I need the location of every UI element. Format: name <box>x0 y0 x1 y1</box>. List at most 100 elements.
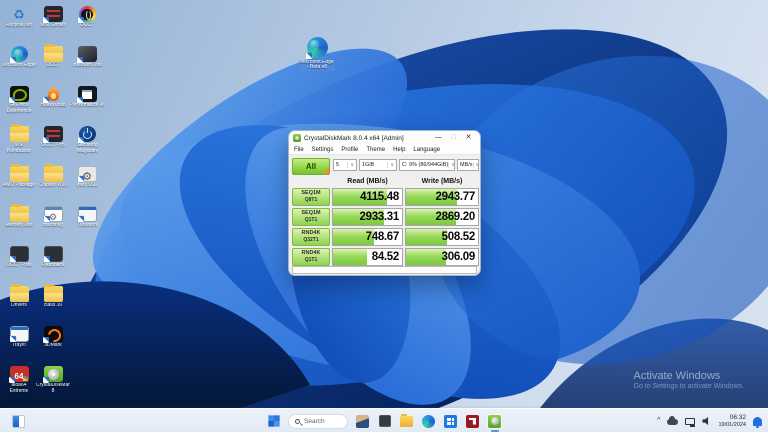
desktop-icon-aida64[interactable]: 64 aida64 Extreme <box>2 366 36 406</box>
desktop-icon-folder-memorytest[interactable]: MemoryTest <box>2 204 36 246</box>
desktop-icon-label: OCCT <box>45 63 61 68</box>
desktop-icon-occt-plus[interactable]: OCCT Plus <box>2 246 36 286</box>
desktop-icon-trayit[interactable]: TrayIt! <box>2 326 36 366</box>
notification-bell-icon[interactable] <box>753 416 762 428</box>
close-button[interactable]: ✕ <box>461 131 476 145</box>
desktop-icon-label: class 10 <box>43 303 63 308</box>
desktop-icon-samsung-magician[interactable]: Samsung Magician <box>70 126 104 166</box>
desktop-icon-3dmark[interactable]: 3DMark <box>36 326 70 366</box>
crystaldiskmark-taskbar-button[interactable] <box>487 413 502 429</box>
desktop-icon-label: MSI Center <box>40 23 66 28</box>
photo-app-icon <box>356 414 369 428</box>
menu-help[interactable]: Help <box>393 147 405 153</box>
recycle-bin-icon: ♻ <box>13 7 25 22</box>
status-bar <box>292 266 477 274</box>
desktop-icon-heavyload[interactable]: HeavyLoad <box>36 86 70 126</box>
desktop-icon-label: OCCT Pro <box>41 143 65 148</box>
taskbar: Search ^ 06:32 19/01/2024 <box>0 408 768 432</box>
desktop-icon-crystaldiskmark[interactable]: CrystalDiskMark 8 <box>36 366 70 406</box>
taskbar-app-dark[interactable] <box>377 414 392 429</box>
speaker-icon[interactable] <box>702 416 709 426</box>
desktop-icon-label: AMD Package <box>3 183 35 188</box>
network-icon[interactable] <box>685 417 696 427</box>
desktop-icon-occt[interactable]: OCCT <box>70 6 104 46</box>
desktop-icon-msi-center[interactable]: MSI Center <box>36 6 70 46</box>
desktop-icon-intel-ssu[interactable]: ⚙ Intel SSU <box>70 166 104 206</box>
desktop-icon-label: IntelBurnTest <box>72 63 102 68</box>
widgets-icon[interactable] <box>12 415 25 428</box>
desktop-icon-folder-kombustor[interactable]: MSI Kombustor <box>2 124 36 166</box>
target-drive-dropdown[interactable]: C: 9% (86/944GiB) ∨ <box>399 159 455 171</box>
rnd4k-q1t1-button[interactable]: RND4K Q1T1 <box>292 248 330 266</box>
desktop-icon-label: Drivers <box>11 303 27 308</box>
run-all-button[interactable]: All <box>292 158 330 175</box>
taskbar-app-red[interactable] <box>465 414 480 429</box>
menu-file[interactable]: File <box>294 147 304 153</box>
desktop-icon-geforce[interactable]: GeForce Experience <box>2 86 36 126</box>
desktop-icon-occt-pro[interactable]: OCCT Pro <box>36 126 70 166</box>
app-icon <box>293 134 301 142</box>
title-bar[interactable]: CrystalDiskMark 8.0.4 x64 [Admin] — □ ✕ <box>289 131 480 145</box>
taskbar-app-photo[interactable] <box>355 414 370 429</box>
desktop-icon-label: Flashback <box>41 263 65 268</box>
menu-settings[interactable]: Settings <box>312 147 334 153</box>
menu-language[interactable]: Language <box>413 147 440 153</box>
seq1m-q1t1-write-cell: 2869.20 <box>405 208 479 226</box>
desktop-icon-label: TrayIt! <box>12 343 26 348</box>
edge-icon <box>422 414 435 428</box>
desktop-icon-folder-amd[interactable]: AMD Package <box>2 164 36 206</box>
desktop-icon-edge-beta[interactable]: Microsoft Edge - Beta v8 <box>294 37 340 77</box>
app-icon <box>76 46 97 63</box>
seq1m-q8t1-button[interactable]: SEQ1M Q8T1 <box>292 188 330 206</box>
folder-icon <box>9 164 29 182</box>
desktop-icon-folder-class10[interactable]: class 10 <box>36 284 70 326</box>
rnd4k-q32t1-button[interactable]: RND4K Q32T1 <box>292 228 330 246</box>
search-input[interactable]: Search <box>288 413 348 429</box>
menu-bar: File Settings Profile Theme Help Languag… <box>289 145 480 155</box>
chevron-down-icon: ∨ <box>472 162 478 168</box>
edge-icon <box>305 37 328 59</box>
gear-icon: ⚙ <box>77 166 97 183</box>
edge-button[interactable] <box>421 414 436 429</box>
crystaldiskmark-window: CrystalDiskMark 8.0.4 x64 [Admin] — □ ✕ … <box>288 130 481 276</box>
desktop-icon-txbench[interactable]: TxBench <box>70 206 104 246</box>
gear-window-icon: ⚙ <box>43 206 63 222</box>
occt-icon <box>77 6 96 23</box>
minimize-button[interactable]: — <box>431 131 446 145</box>
desktop-icon-flashback[interactable]: Flashback <box>36 246 70 286</box>
store-button[interactable] <box>443 414 458 429</box>
rnd4k-q1t1-read-cell: 84.52 <box>332 248 403 266</box>
unit-dropdown[interactable]: MB/s ∨ <box>457 159 479 171</box>
test-count-dropdown[interactable]: 5 ∨ <box>333 159 357 171</box>
desktop-icon-label: aida64 Extreme <box>9 383 29 394</box>
seq1m-q1t1-button[interactable]: SEQ1M Q1T1 <box>292 208 330 226</box>
menu-profile[interactable]: Profile <box>341 147 358 153</box>
taskbar-clock[interactable]: 06:32 19/01/2024 <box>718 414 746 428</box>
desktop-icon-folder-occt[interactable]: OCCT <box>36 44 70 86</box>
test-size-dropdown[interactable]: 1GiB ∨ <box>359 159 397 171</box>
desktop: ♻ Recycle Bin MSI Center OCCT Microsoft E… <box>0 0 768 408</box>
seq1m-q1t1-read-cell: 2933.31 <box>332 208 403 226</box>
desktop-icon-folder-drivers[interactable]: Drivers <box>2 284 36 326</box>
desktop-icon-msconfig[interactable]: ⚙ msconfig <box>36 206 70 246</box>
menu-theme[interactable]: Theme <box>366 147 385 153</box>
chevron-down-icon: ∨ <box>387 162 394 168</box>
maximize-button: □ <box>451 134 456 141</box>
file-explorer-button[interactable] <box>399 413 414 429</box>
desktop-icon-label: Microsoft Edge - Beta v8 <box>299 59 335 71</box>
start-button[interactable] <box>266 414 281 429</box>
onedrive-cloud-icon[interactable] <box>667 416 679 425</box>
desktop-icon-label: HeavyLoad <box>40 103 66 108</box>
search-icon <box>295 418 300 424</box>
read-bar <box>333 249 367 265</box>
windows-logo-icon <box>267 415 280 427</box>
desktop-icon-label: MemoryTest <box>5 223 33 228</box>
desktop-icon-performancetest[interactable]: PerformanceTest <box>70 86 104 126</box>
desktop-icon-folder-chipset[interactable]: Chipset W10 <box>36 164 70 206</box>
desktop-icon-label: OCCT <box>79 23 95 28</box>
desktop-icon-recycle-bin[interactable]: ♻ Recycle Bin <box>2 6 36 46</box>
flame-icon <box>42 86 63 103</box>
tray-overflow-chevron[interactable]: ^ <box>657 416 660 426</box>
desktop-icon-edge[interactable]: Microsoft Edge <box>2 46 36 86</box>
desktop-icon-intelburntest[interactable]: IntelBurnTest <box>70 46 104 86</box>
